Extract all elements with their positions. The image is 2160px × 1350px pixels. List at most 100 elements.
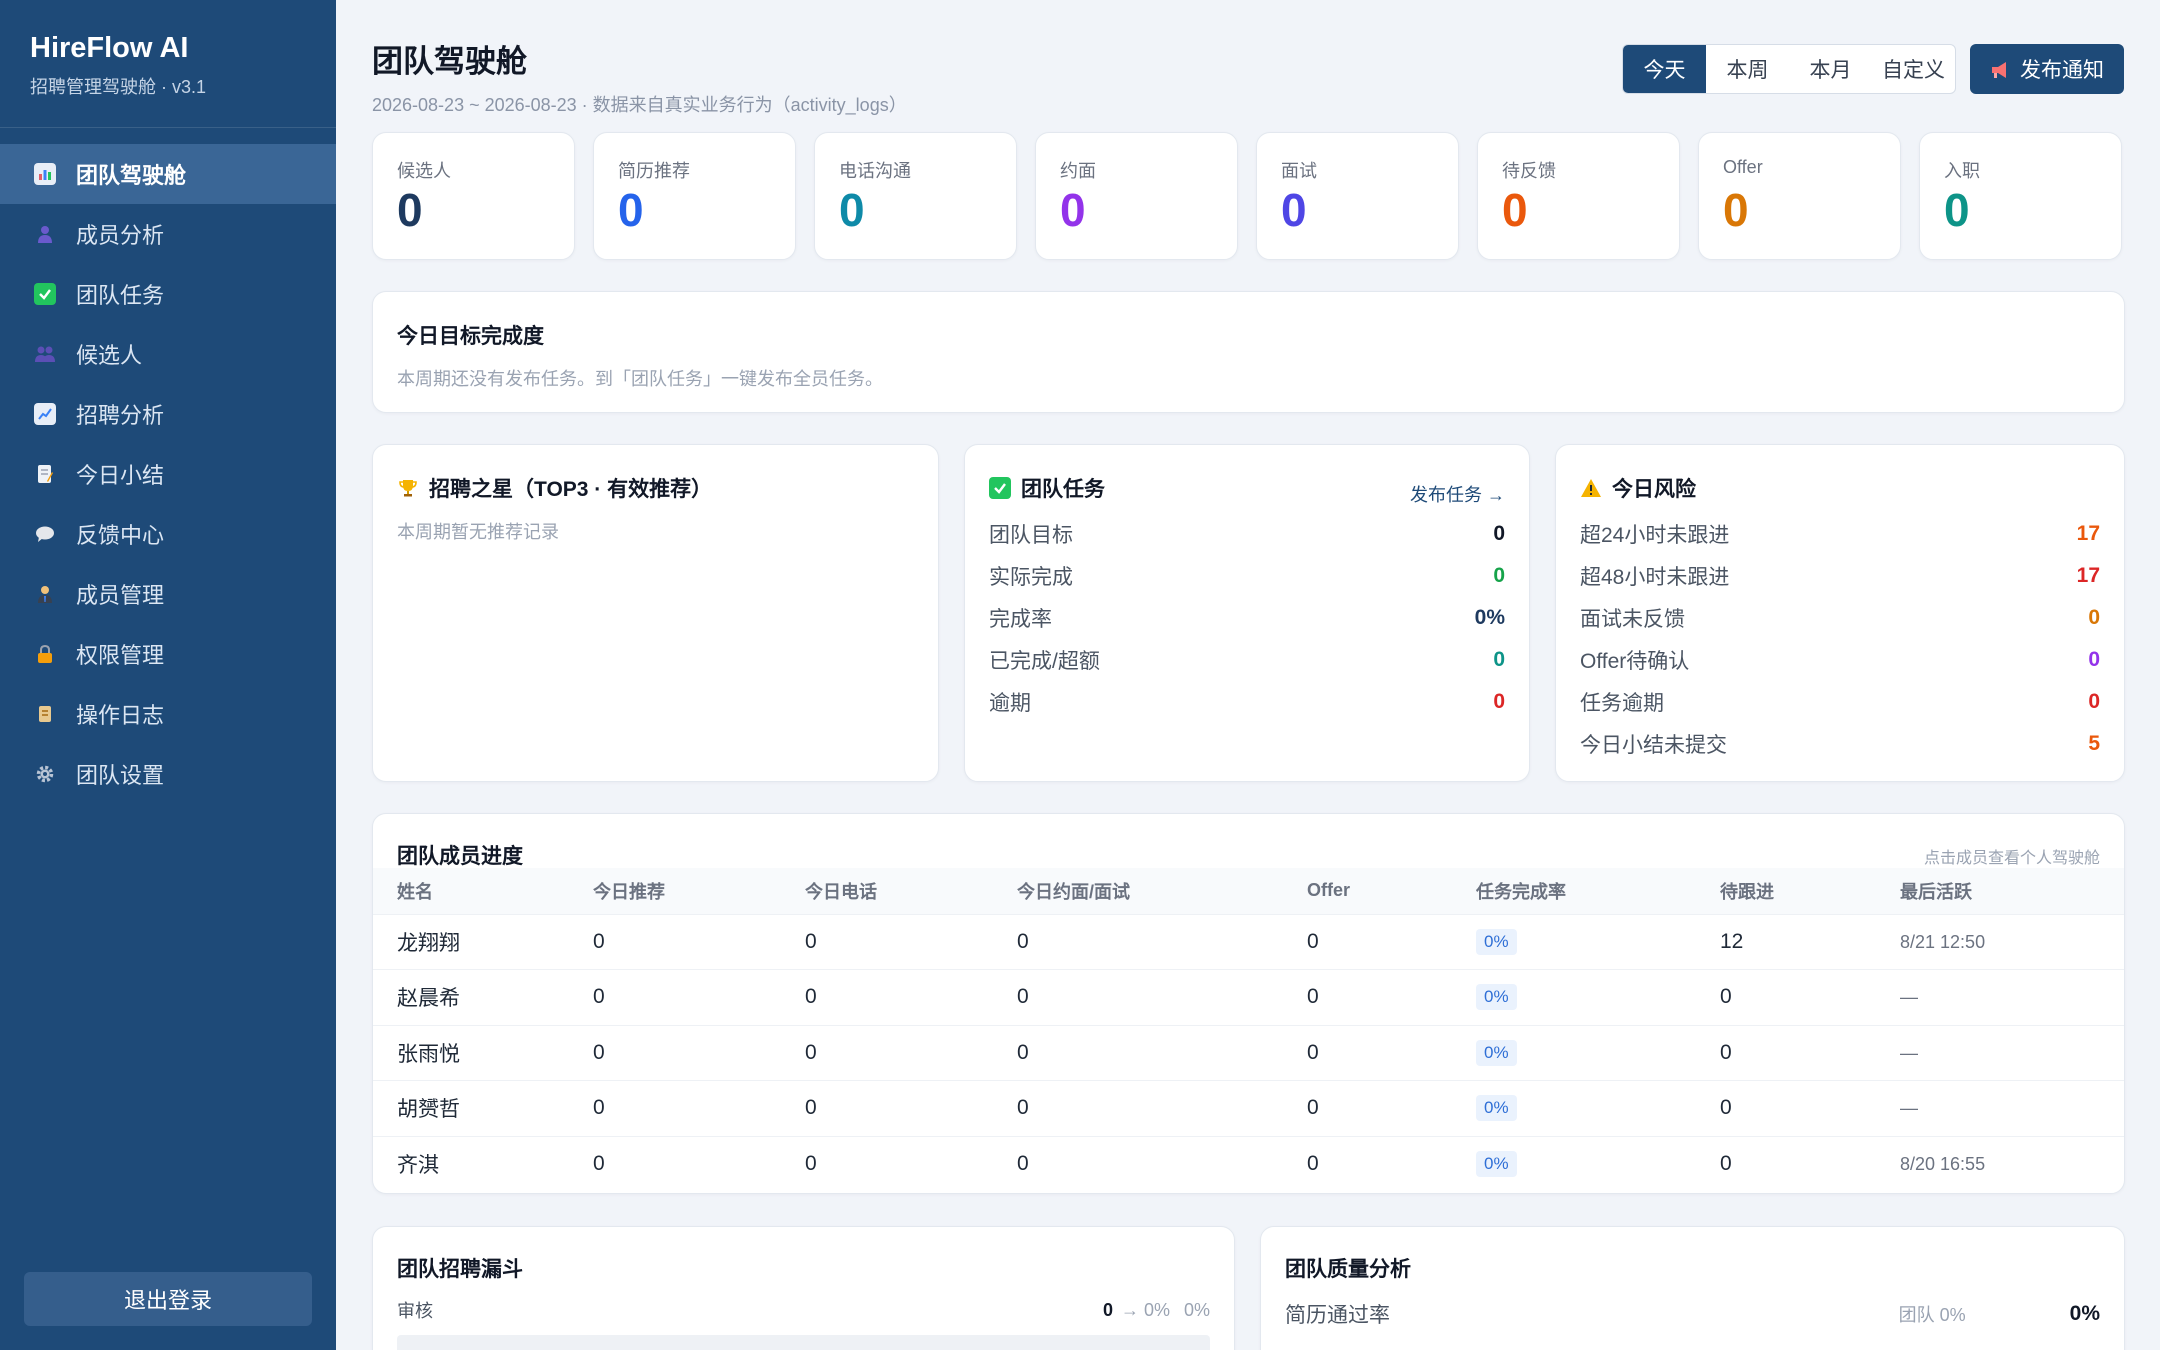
funnel-stage-pct: 0% [1183,1299,1210,1320]
cell-last: 8/21 12:50 [1876,913,2124,970]
cell-rate: 0% [1452,1080,1696,1136]
risk-item[interactable]: Offer待确认 0 [1580,639,2100,681]
today-risks-list: 超24小时未跟进 17 超48小时未跟进 17 面试未反馈 0 Offer待确认 0 任务逾期 0… [1580,513,2100,765]
metric-value: 0 [1493,522,1505,545]
stat-card[interactable]: 简历推荐 0 [593,132,796,260]
cell-call: 0 [781,913,993,970]
member-progress-title: 团队成员进度 [397,845,523,868]
risk-item[interactable]: 任务逾期 0 [1580,681,2100,723]
metric-label: 实际完成 [989,566,1073,589]
sidebar-item-daily-summary[interactable]: 今日小结 [0,444,336,504]
sidebar-item-label: 候选人 [76,343,143,368]
cell-rate: 0% [1452,1135,1696,1192]
stat-label: 约面 [1060,161,1096,181]
risk-item[interactable]: 今日小结未提交 5 [1580,723,2100,765]
stat-value: 0 [839,184,865,236]
stat-value: 0 [1281,184,1307,236]
cell-call: 0 [781,1135,993,1192]
stat-card[interactable]: 候选人 0 [372,132,575,260]
stat-card[interactable]: 待反馈 0 [1477,132,1680,260]
cell-offer: 0 [1283,913,1452,970]
sidebar-item-candidates[interactable]: 候选人 [0,324,336,384]
stat-value: 0 [618,184,644,236]
column-header: 今日约面/面试 [993,868,1283,914]
cell-rec: 0 [569,969,781,1025]
stat-label: 简历推荐 [618,161,690,181]
metric-value: 0 [1493,564,1505,587]
sidebar-item-label: 成员管理 [76,583,165,608]
sidebar-item-recruit-analysis[interactable]: 招聘分析 [0,384,336,444]
cell-interview: 0 [993,969,1283,1025]
today-risks-header: 今日风险 [1580,473,1696,503]
quality-row: 简历通过率 团队 0% 0% [1285,1299,2100,1329]
last-active-time: — [1900,1098,1918,1119]
risk-item[interactable]: 面试未反馈 0 [1580,597,2100,639]
sidebar-item-label: 团队设置 [76,763,165,788]
goal-card: 今日目标完成度 本周期还没有发布任务。到「团队任务」一键发布全员任务。 [372,291,2125,413]
risk-label: 今日小结未提交 [1580,734,1727,757]
stat-card[interactable]: Offer 0 [1698,132,1901,260]
member-row[interactable]: 赵晨希 0 0 0 0 0% 0— [373,969,2124,1025]
sidebar-item-member-analysis[interactable]: 成员分析 [0,204,336,264]
megaphone-icon [1990,61,2010,78]
funnel-row-header: 审核 0 → 0% 0% [397,1297,1210,1323]
team-task-metric: 完成率 0% [989,597,1505,639]
range-custom-button[interactable]: 自定义 [1872,45,1955,93]
cell-offer: 0 [1283,1135,1452,1192]
last-active-time: — [1900,987,1918,1008]
member-row[interactable]: 龙翔翔 0 0 0 0 0% 12 8/21 12:50 [373,913,2124,970]
cell-last: 8/20 16:55 [1876,1135,2124,1192]
risk-count: 5 [2088,732,2100,755]
risk-label: 任务逾期 [1580,692,1664,715]
sidebar-item-member-management[interactable]: 成员管理 [0,564,336,624]
sidebar-item-permissions[interactable]: 权限管理 [0,624,336,684]
sidebar-item-label: 反馈中心 [76,523,165,548]
stat-card[interactable]: 约面 0 [1035,132,1238,260]
cell-rate: 0% [1452,1024,1696,1081]
cell-name: 龙翔翔 [373,913,569,970]
member-row[interactable]: 张雨悦 0 0 0 0 0% 0— [373,1024,2124,1081]
logout-button[interactable]: 退出登录 [24,1272,312,1326]
publish-notice-label: 发布通知 [2020,59,2104,82]
table-header-row: 姓名 今日推荐 今日电话 今日约面/面试 Offer 任务完成率 待跟进 最后活跃 [373,868,2124,914]
publish-notice-button[interactable]: 发布通知 [1970,44,2124,94]
range-week-button[interactable]: 本周 [1706,45,1789,93]
sidebar-item-feedback[interactable]: 反馈中心 [0,504,336,564]
stat-card[interactable]: 入职 0 [1919,132,2122,260]
member-row[interactable]: 胡赟哲 0 0 0 0 0% 0— [373,1080,2124,1136]
team-tasks-header: 团队任务 [989,473,1105,503]
completion-rate-badge: 0% [1476,984,1517,1011]
sidebar-item-team-tasks[interactable]: 团队任务 [0,264,336,324]
risk-item[interactable]: 超24小时未跟进 17 [1580,513,2100,555]
memo-icon [34,463,56,485]
cell-offer: 0 [1283,1080,1452,1136]
last-active-time: 8/20 16:55 [1900,1154,1986,1174]
stat-label: 待反馈 [1502,161,1556,181]
sidebar-item-team-settings[interactable]: 团队设置 [0,744,336,804]
metric-label: 已完成/超额 [989,650,1100,673]
member-row[interactable]: 齐淇 0 0 0 0 0% 0 8/20 16:55 [373,1135,2124,1192]
funnel-row: 审核 0 → 0% 0% [397,1297,1210,1350]
completion-rate-badge: 0% [1476,928,1517,955]
metric-label: 完成率 [989,608,1052,631]
sidebar-item-operation-log[interactable]: 操作日志 [0,684,336,744]
range-today-button[interactable]: 今天 [1623,45,1706,93]
stat-label: 面试 [1281,161,1317,181]
scroll-icon [34,703,56,725]
stat-card[interactable]: 面试 0 [1256,132,1459,260]
stat-card[interactable]: 电话沟通 0 [814,132,1017,260]
stat-label: Offer [1723,157,1763,177]
risk-count: 17 [2076,564,2100,587]
stat-label: 入职 [1944,161,1980,181]
risk-count: 0 [2088,648,2100,671]
publish-task-link[interactable]: 发布任务 → [1410,481,1505,507]
stat-value: 0 [397,184,423,236]
team-tasks-list: 团队目标 0 实际完成 0 完成率 0% 已完成/超额 0 逾期 0 [989,513,1505,723]
completion-rate-badge: 0% [1476,1039,1517,1066]
risk-item[interactable]: 超48小时未跟进 17 [1580,555,2100,597]
main-content: 团队驾驶舱 2026-08-23 ~ 2026-08-23 · 数据来自真实业务… [336,0,2160,1350]
funnel-stage-conversion: → 0% [1120,1299,1170,1320]
range-month-button[interactable]: 本月 [1789,45,1872,93]
line-chart-icon [34,403,56,425]
sidebar-item-dashboard[interactable]: 团队驾驶舱 [0,144,336,204]
